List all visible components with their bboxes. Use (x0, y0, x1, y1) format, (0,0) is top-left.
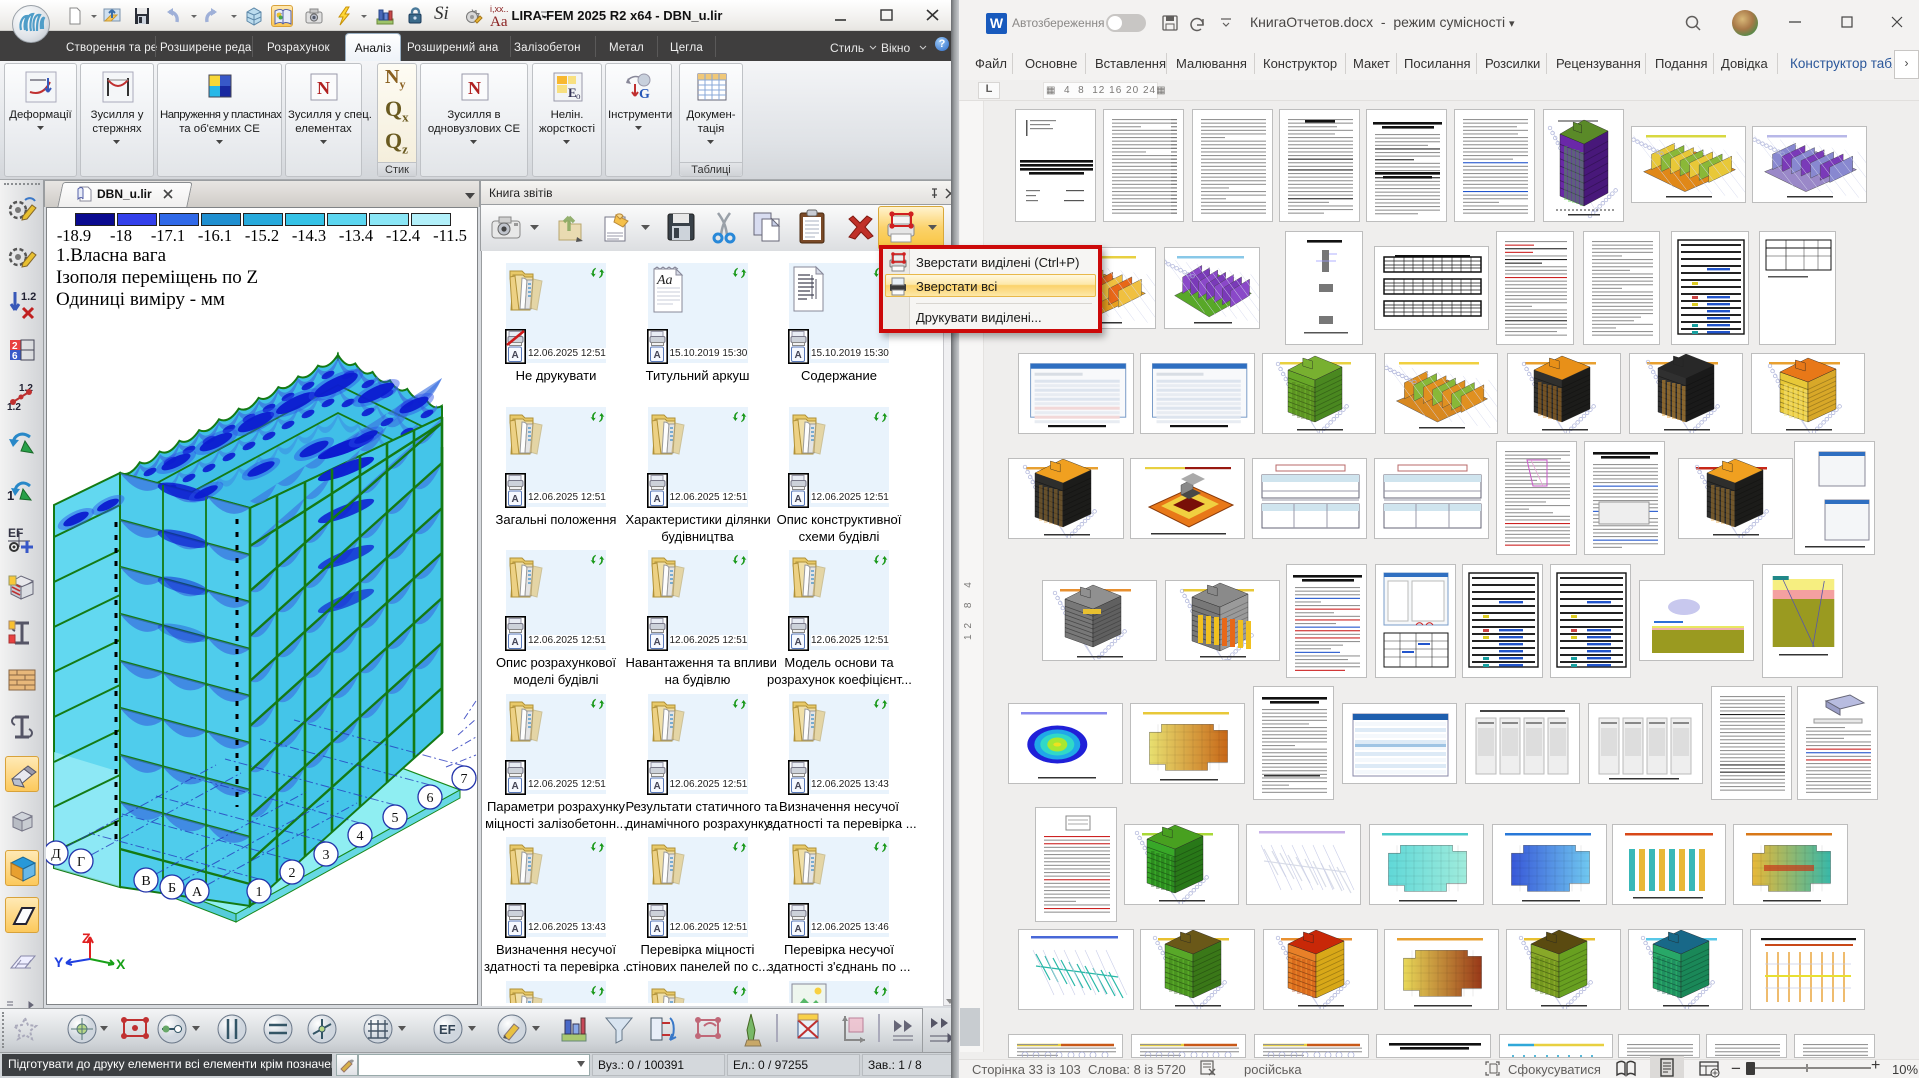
svg-text:N: N (468, 78, 481, 98)
svg-text:EF: EF (439, 1022, 456, 1037)
svg-text:A: A (512, 637, 519, 648)
svg-text:Aa: Aa (656, 273, 673, 288)
svg-text:A: A (512, 924, 519, 935)
svg-text:o: o (576, 91, 581, 101)
svg-text:Г: Г (77, 855, 85, 870)
svg-text:A: A (653, 350, 660, 361)
svg-text:A: A (653, 637, 660, 648)
svg-text:G: G (639, 87, 650, 102)
svg-text:1: 1 (256, 885, 263, 900)
svg-text:X: X (116, 956, 126, 972)
svg-text:1.2: 1.2 (21, 291, 36, 303)
svg-text:Д: Д (51, 847, 61, 862)
svg-text:Z: Z (82, 930, 91, 946)
svg-text:A: A (795, 781, 802, 792)
svg-text:3: 3 (323, 848, 330, 863)
svg-text:N: N (317, 78, 330, 98)
svg-text:7: 7 (461, 772, 468, 787)
svg-text:2: 2 (289, 866, 296, 881)
svg-text:5: 5 (392, 811, 399, 826)
svg-text:A: A (795, 494, 802, 505)
svg-text:6: 6 (427, 791, 434, 806)
svg-text:A: A (795, 350, 802, 361)
svg-text:A: A (653, 494, 660, 505)
svg-text:A: A (653, 924, 660, 935)
svg-text:6: 6 (12, 351, 18, 362)
svg-text:EF: EF (8, 526, 23, 540)
svg-text:A: A (512, 781, 519, 792)
svg-text:A: A (512, 494, 519, 505)
svg-text:Б: Б (168, 881, 176, 896)
svg-text:A: A (795, 924, 802, 935)
svg-text:A: A (653, 781, 660, 792)
svg-text:A: A (795, 637, 802, 648)
svg-text:4: 4 (357, 829, 364, 844)
svg-text:A: A (512, 350, 519, 361)
svg-text:Y: Y (54, 954, 64, 970)
svg-text:В: В (141, 874, 150, 889)
svg-text:А: А (192, 885, 203, 900)
